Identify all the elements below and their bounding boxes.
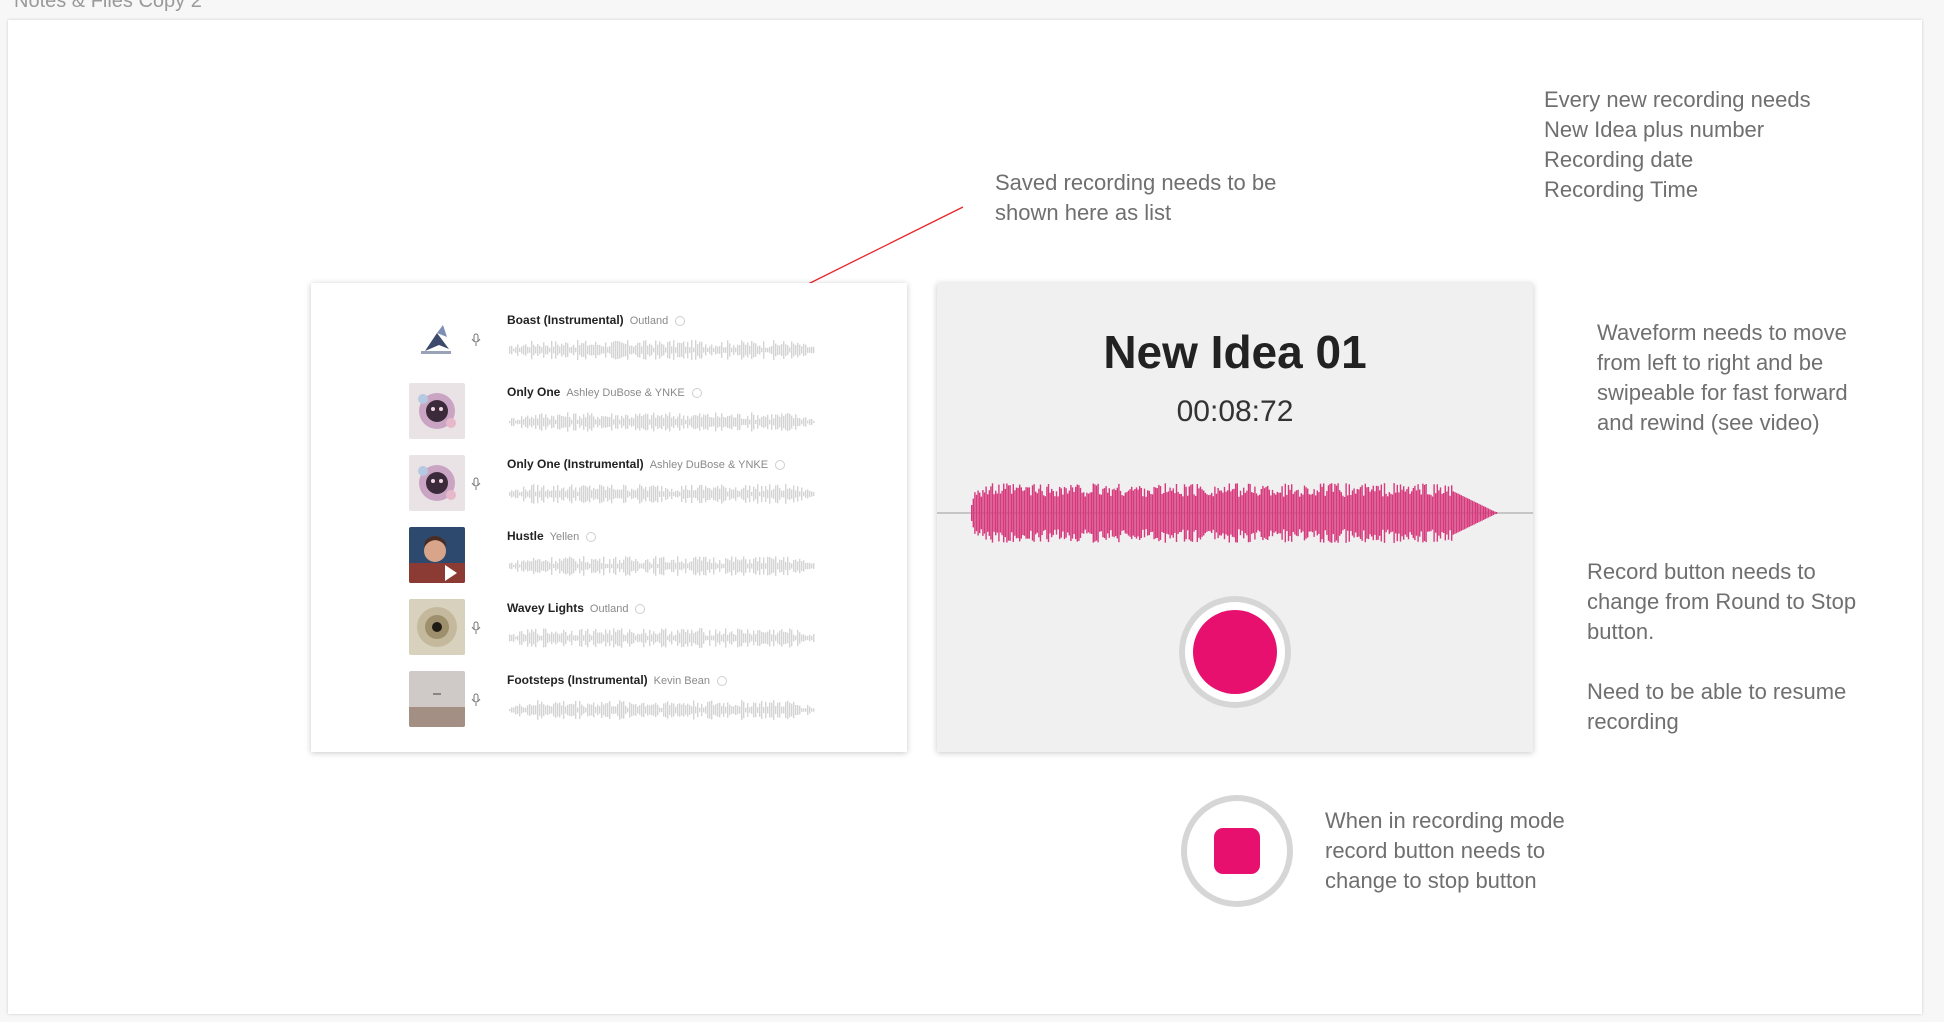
note-saved-list: Saved recording needs to be shown here a… xyxy=(995,170,1277,225)
track-artist: Ashley DuBose & YNKE xyxy=(566,387,685,399)
list-item[interactable]: Only One Ashley DuBose & YNKE xyxy=(409,383,879,443)
stop-button[interactable] xyxy=(1181,795,1293,907)
info-icon[interactable] xyxy=(675,315,686,326)
track-artist: Kevin Bean xyxy=(653,675,710,687)
list-item[interactable]: Hustle Yellen xyxy=(409,527,879,587)
recording-title: New Idea 01 xyxy=(1103,326,1367,378)
note-waveform: Waveform needs to move from left to righ… xyxy=(1597,320,1848,435)
album-art-thumbnail xyxy=(409,383,465,439)
track-name: Wavey Lights xyxy=(507,601,584,615)
list-item[interactable]: Only One (Instrumental) Ashley DuBose & Y… xyxy=(409,455,879,515)
microphone-icon xyxy=(471,333,481,346)
album-art-thumbnail xyxy=(409,671,465,727)
stop-square-icon xyxy=(1214,828,1260,874)
track-waveform[interactable] xyxy=(507,625,817,651)
track-artist: Yellen xyxy=(549,531,580,543)
saved-recordings-list: Boast (Instrumental) Outland Only One Ashle… xyxy=(311,283,907,752)
track-waveform[interactable] xyxy=(507,337,817,363)
microphone-icon xyxy=(471,693,481,706)
album-art-thumbnail xyxy=(409,455,465,511)
list-item[interactable]: Footsteps (Instrumental) Kevin Bean xyxy=(409,671,879,731)
track-title: Hustle Yellen xyxy=(507,529,597,543)
track-title: Boast (Instrumental) Outland xyxy=(507,313,686,327)
artboard-title: Notes & Files Copy 2 xyxy=(14,0,202,12)
record-button[interactable] xyxy=(1179,596,1291,708)
track-artist: Outland xyxy=(589,603,629,615)
track-name: Only One (Instrumental) xyxy=(507,457,644,471)
info-icon[interactable] xyxy=(691,387,702,398)
recording-waveform[interactable] xyxy=(937,473,1533,553)
track-waveform[interactable] xyxy=(507,697,817,723)
track-title: Only One (Instrumental) Ashley DuBose & Y… xyxy=(507,457,786,471)
info-icon[interactable] xyxy=(635,603,646,614)
track-waveform[interactable] xyxy=(507,481,817,507)
track-waveform[interactable] xyxy=(507,409,817,435)
track-title: Only One Ashley DuBose & YNKE xyxy=(507,385,702,399)
track-artist: Ashley DuBose & YNKE xyxy=(649,459,769,471)
recorder-panel: New Idea 01 00:08:72 xyxy=(937,283,1533,752)
microphone-icon xyxy=(471,621,481,634)
microphone-icon xyxy=(471,477,481,490)
album-art-thumbnail xyxy=(409,527,465,583)
note-record-button: Record button needs to change from Round… xyxy=(1587,559,1857,734)
note-new-recording: Every new recording needs New Idea plus … xyxy=(1544,87,1811,202)
track-name: Footsteps (Instrumental) xyxy=(507,673,648,687)
track-name: Only One xyxy=(507,385,561,399)
info-icon[interactable] xyxy=(586,531,597,542)
record-dot-icon xyxy=(1193,610,1277,694)
album-art-thumbnail xyxy=(409,599,465,655)
recording-timer: 00:08:72 xyxy=(1176,395,1294,428)
info-icon[interactable] xyxy=(716,675,727,686)
track-title: Footsteps (Instrumental) Kevin Bean xyxy=(507,673,727,687)
track-name: Hustle xyxy=(507,529,544,543)
track-waveform[interactable] xyxy=(507,553,817,579)
list-item[interactable]: Wavey Lights Outland xyxy=(409,599,879,659)
track-artist: Outland xyxy=(629,315,669,327)
track-title: Wavey Lights Outland xyxy=(507,601,646,615)
album-art-thumbnail xyxy=(409,311,465,367)
track-name: Boast (Instrumental) xyxy=(507,313,624,327)
note-stop-button: When in recording mode record button nee… xyxy=(1325,808,1565,893)
list-item[interactable]: Boast (Instrumental) Outland xyxy=(409,311,879,371)
info-icon[interactable] xyxy=(775,459,786,470)
